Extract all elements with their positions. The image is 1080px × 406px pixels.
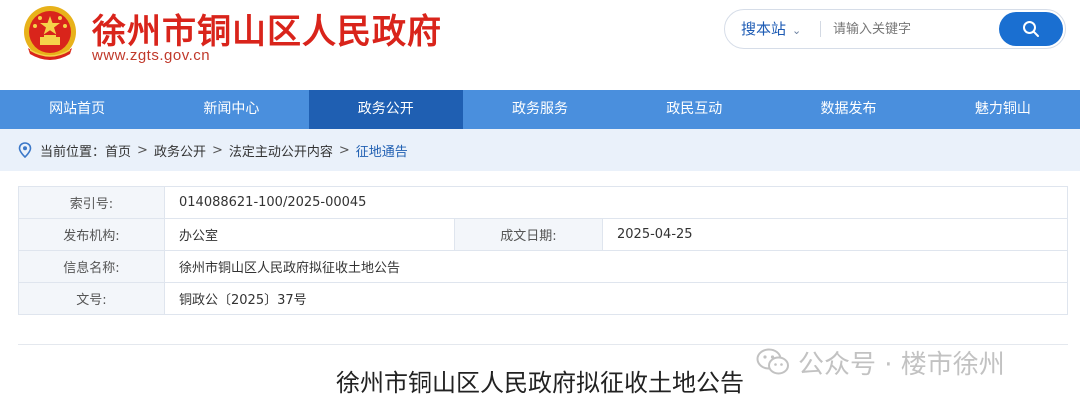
breadcrumb-land-notice[interactable]: 征地通告 bbox=[356, 141, 408, 160]
info-name-label: 信息名称: bbox=[18, 250, 165, 283]
breadcrumb-prefix: 当前位置： bbox=[40, 144, 106, 160]
search-icon bbox=[1023, 21, 1039, 37]
nav-item-interaction[interactable]: 政民互动 bbox=[617, 90, 771, 129]
watermark: 公众号 · 楼市徐州 bbox=[756, 344, 1005, 380]
doc-number-label: 文号: bbox=[18, 282, 165, 315]
nav-item-home[interactable]: 网站首页 bbox=[0, 90, 154, 129]
nav-item-news[interactable]: 新闻中心 bbox=[154, 90, 308, 129]
site-header: 徐州市铜山区人民政府 www.zgts.gov.cn 搜本站 ⌄ bbox=[0, 0, 1080, 90]
breadcrumb-separator: > bbox=[137, 142, 148, 158]
breadcrumb-bar: 当前位置： 首页 > 政务公开 > 法定主动公开内容 > 征地通告 bbox=[0, 129, 1080, 171]
nav-item-charm-tongshan[interactable]: 魅力铜山 bbox=[926, 90, 1080, 129]
breadcrumb: 当前位置： 首页 > 政务公开 > 法定主动公开内容 > 征地通告 bbox=[18, 129, 408, 171]
search-input[interactable] bbox=[833, 15, 993, 43]
watermark-text: 公众号 · 楼市徐州 bbox=[798, 349, 1005, 380]
index-label: 索引号: bbox=[18, 186, 165, 219]
table-row: 发布机构: 办公室 成文日期: 2025-04-25 bbox=[18, 218, 1068, 251]
breadcrumb-separator: > bbox=[338, 142, 350, 158]
search-divider bbox=[820, 21, 821, 37]
index-value: 014088621-100/2025-00045 bbox=[164, 186, 1068, 219]
date-value: 2025-04-25 bbox=[602, 218, 1068, 251]
breadcrumb-gov-affairs-open[interactable]: 政务公开 bbox=[154, 141, 206, 160]
wechat-icon bbox=[756, 348, 790, 376]
breadcrumb-separator: > bbox=[211, 142, 223, 158]
document-info-table: 索引号: 014088621-100/2025-00045 发布机构: 办公室 … bbox=[18, 186, 1068, 315]
breadcrumb-home[interactable]: 首页 bbox=[105, 141, 131, 160]
chevron-down-icon: ⌄ bbox=[792, 24, 802, 37]
table-row: 索引号: 014088621-100/2025-00045 bbox=[18, 186, 1068, 219]
search-scope-label: 搜本站 bbox=[741, 20, 787, 38]
location-pin-icon bbox=[18, 142, 32, 158]
main-nav: 网站首页 新闻中心 政务公开 政务服务 政民互动 数据发布 魅力铜山 bbox=[0, 90, 1080, 129]
search-box: 搜本站 ⌄ bbox=[724, 9, 1066, 49]
info-name-value: 徐州市铜山区人民政府拟征收土地公告 bbox=[164, 250, 1068, 283]
site-url[interactable]: www.zgts.gov.cn bbox=[92, 47, 210, 64]
org-label: 发布机构: bbox=[18, 218, 165, 251]
table-row: 信息名称: 徐州市铜山区人民政府拟征收土地公告 bbox=[18, 250, 1068, 283]
search-button[interactable] bbox=[999, 12, 1063, 46]
org-value: 办公室 bbox=[164, 218, 455, 251]
search-scope-dropdown[interactable]: 搜本站 ⌄ bbox=[741, 10, 801, 48]
national-emblem-icon[interactable] bbox=[20, 4, 80, 64]
site-title[interactable]: 徐州市铜山区人民政府 bbox=[92, 4, 442, 53]
breadcrumb-statutory-content[interactable]: 法定主动公开内容 bbox=[229, 141, 333, 160]
doc-number-value: 铜政公〔2025〕37号 bbox=[164, 282, 1068, 315]
nav-item-data-release[interactable]: 数据发布 bbox=[771, 90, 925, 129]
nav-item-gov-affairs-open[interactable]: 政务公开 bbox=[308, 90, 463, 129]
table-row: 文号: 铜政公〔2025〕37号 bbox=[18, 282, 1068, 315]
nav-item-gov-services[interactable]: 政务服务 bbox=[463, 90, 617, 129]
date-label: 成文日期: bbox=[454, 218, 603, 251]
